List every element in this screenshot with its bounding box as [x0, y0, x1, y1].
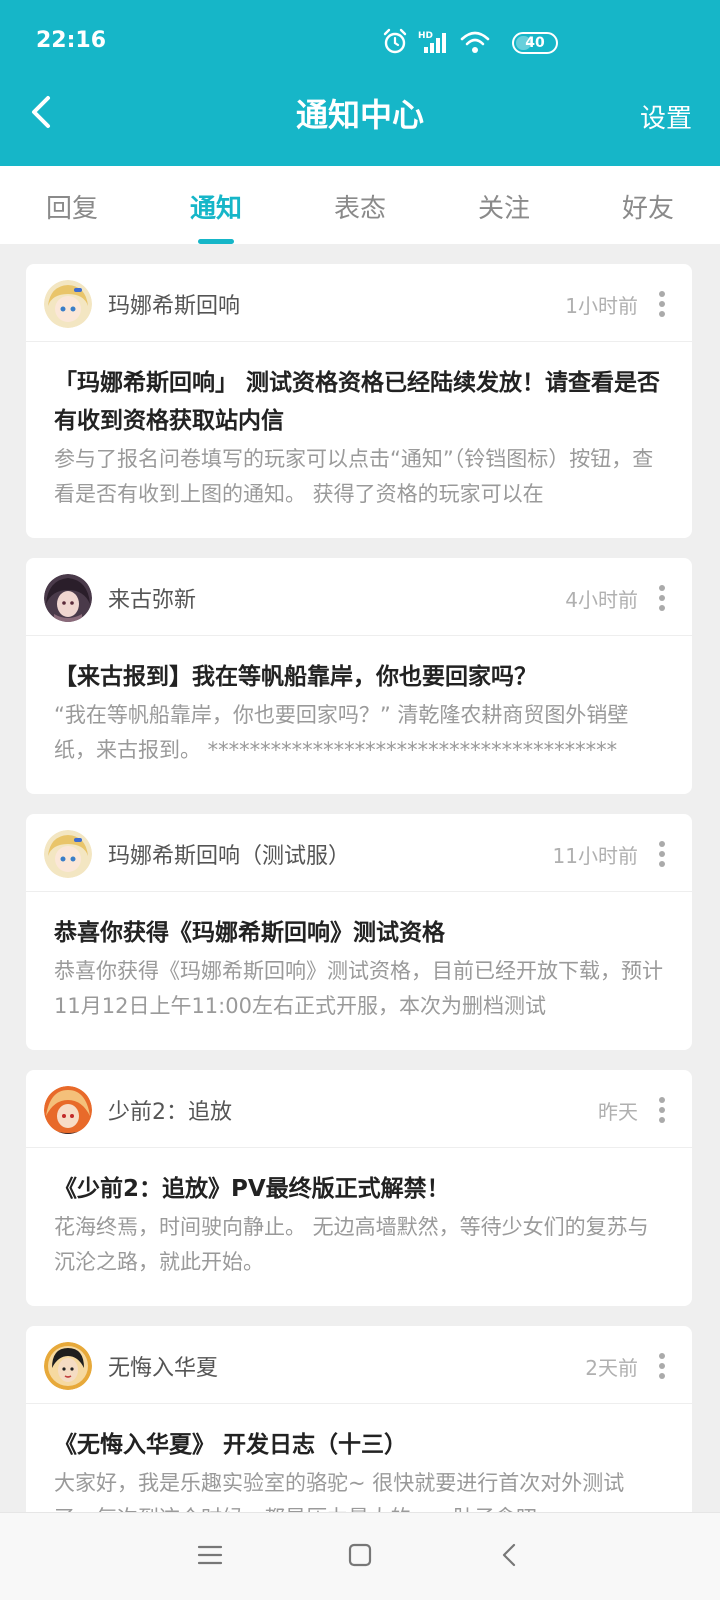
card-header: 玛娜希斯回响（测试服） 11小时前	[26, 814, 692, 892]
author-name: 来古弥新	[108, 588, 197, 613]
tab-notification[interactable]: 通知	[144, 166, 288, 244]
home-icon[interactable]	[346, 1541, 374, 1569]
card-body: 恭喜你获得《玛娜希斯回响》测试资格 恭喜你获得《玛娜希斯回响》测试资格，目前已经…	[26, 892, 692, 1050]
notification-title: 《无悔入华夏》 开发日志（十三）	[54, 1432, 408, 1458]
author-name: 少前2：追放	[108, 1100, 232, 1125]
post-time: 4小时前	[565, 588, 638, 612]
card-body: 「玛娜希斯回响」 测试资格资格已经陆续发放！请查看是否有收到资格获取站内信 参与…	[26, 342, 692, 538]
svg-text:HD: HD	[418, 31, 433, 41]
app-header: 22:16 HD 40 通知中心 设置	[0, 0, 720, 166]
tab-follow[interactable]: 关注	[432, 166, 576, 244]
card-header: 无悔入华夏 2天前	[26, 1326, 692, 1404]
post-time: 2天前	[585, 1356, 638, 1380]
card-header: 来古弥新 4小时前	[26, 558, 692, 636]
author-name: 玛娜希斯回响	[108, 294, 241, 319]
notification-card[interactable]: 玛娜希斯回响 1小时前 「玛娜希斯回响」 测试资格资格已经陆续发放！请查看是否有…	[26, 264, 692, 538]
notification-summary: 花海终焉，时间驶向静止。 无边高墙默然，等待少女们的复苏与沉沦之路，就此开始。	[54, 1215, 649, 1274]
tab-label: 好友	[621, 194, 674, 224]
tab-label: 表态	[333, 194, 386, 224]
notification-title: 《少前2：追放》PV最终版正式解禁！	[54, 1176, 450, 1202]
avatar[interactable]	[44, 1342, 92, 1390]
tab-label: 通知	[189, 194, 242, 224]
author-name: 无悔入华夏	[108, 1356, 219, 1381]
post-time: 昨天	[598, 1100, 638, 1124]
notification-title: 「玛娜希斯回响」 测试资格资格已经陆续发放！请查看是否有收到资格获取站内信	[54, 370, 661, 434]
tab-reply[interactable]: 回复	[0, 166, 144, 244]
notification-summary: “我在等帆船靠岸，你也要回家吗？” 清乾隆农耕商贸图外销壁纸，来古报到。 ***…	[54, 703, 629, 762]
notification-title: 【来古报到】我在等帆船靠岸，你也要回家吗？	[54, 664, 537, 690]
status-bar: 22:16 HD 40	[0, 0, 720, 84]
avatar[interactable]	[44, 574, 92, 622]
system-nav-bar	[0, 1512, 720, 1600]
post-time: 1小时前	[565, 294, 638, 318]
notification-summary: 参与了报名问卷填写的玩家可以点击“通知”（铃铛图标）按钮，查看是否有收到上图的通…	[54, 447, 654, 506]
notification-list: 玛娜希斯回响 1小时前 「玛娜希斯回响」 测试资格资格已经陆续发放！请查看是否有…	[26, 264, 692, 1582]
settings-button[interactable]: 设置	[640, 98, 692, 135]
status-time: 22:16	[36, 28, 107, 53]
card-body: 【来古报到】我在等帆船靠岸，你也要回家吗？ “我在等帆船靠岸，你也要回家吗？” …	[26, 636, 692, 794]
avatar[interactable]	[44, 830, 92, 878]
alarm-icon	[383, 28, 407, 54]
more-options-icon[interactable]	[658, 1352, 666, 1380]
card-header: 玛娜希斯回响 1小时前	[26, 264, 692, 342]
author-name: 玛娜希斯回响（测试服）	[108, 844, 351, 869]
more-options-icon[interactable]	[658, 1096, 666, 1124]
more-options-icon[interactable]	[658, 290, 666, 318]
avatar[interactable]	[44, 1086, 92, 1134]
card-header: 少前2：追放 昨天	[26, 1070, 692, 1148]
avatar[interactable]	[44, 280, 92, 328]
notification-title: 恭喜你获得《玛娜希斯回响》测试资格	[54, 920, 445, 946]
notification-summary: 恭喜你获得《玛娜希斯回响》测试资格，目前已经开放下载，预计11月12日上午11:…	[54, 959, 663, 1018]
battery-icon: 40	[512, 32, 558, 54]
more-options-icon[interactable]	[658, 584, 666, 612]
card-body: 《少前2：追放》PV最终版正式解禁！ 花海终焉，时间驶向静止。 无边高墙默然，等…	[26, 1148, 692, 1306]
tab-label: 关注	[477, 194, 530, 224]
tab-reaction[interactable]: 表态	[288, 166, 432, 244]
page-title: 通知中心	[295, 96, 424, 134]
back-icon[interactable]	[496, 1541, 524, 1569]
notification-card[interactable]: 玛娜希斯回响（测试服） 11小时前 恭喜你获得《玛娜希斯回响》测试资格 恭喜你获…	[26, 814, 692, 1050]
hd-signal-icon: HD	[418, 31, 446, 53]
notification-card[interactable]: 少前2：追放 昨天 《少前2：追放》PV最终版正式解禁！ 花海终焉，时间驶向静止…	[26, 1070, 692, 1306]
tab-label: 回复	[45, 194, 98, 224]
status-icons: HD	[382, 26, 490, 58]
battery-level-label: 40	[525, 35, 545, 51]
notification-card[interactable]: 来古弥新 4小时前 【来古报到】我在等帆船靠岸，你也要回家吗？ “我在等帆船靠岸…	[26, 558, 692, 794]
active-tab-indicator	[198, 239, 234, 244]
post-time: 11小时前	[552, 844, 638, 868]
tab-friends[interactable]: 好友	[576, 166, 720, 244]
wifi-icon	[460, 31, 490, 53]
more-options-icon[interactable]	[658, 840, 666, 868]
menu-icon[interactable]	[196, 1541, 224, 1569]
tab-bar: 回复 通知 表态 关注 好友	[0, 166, 720, 244]
